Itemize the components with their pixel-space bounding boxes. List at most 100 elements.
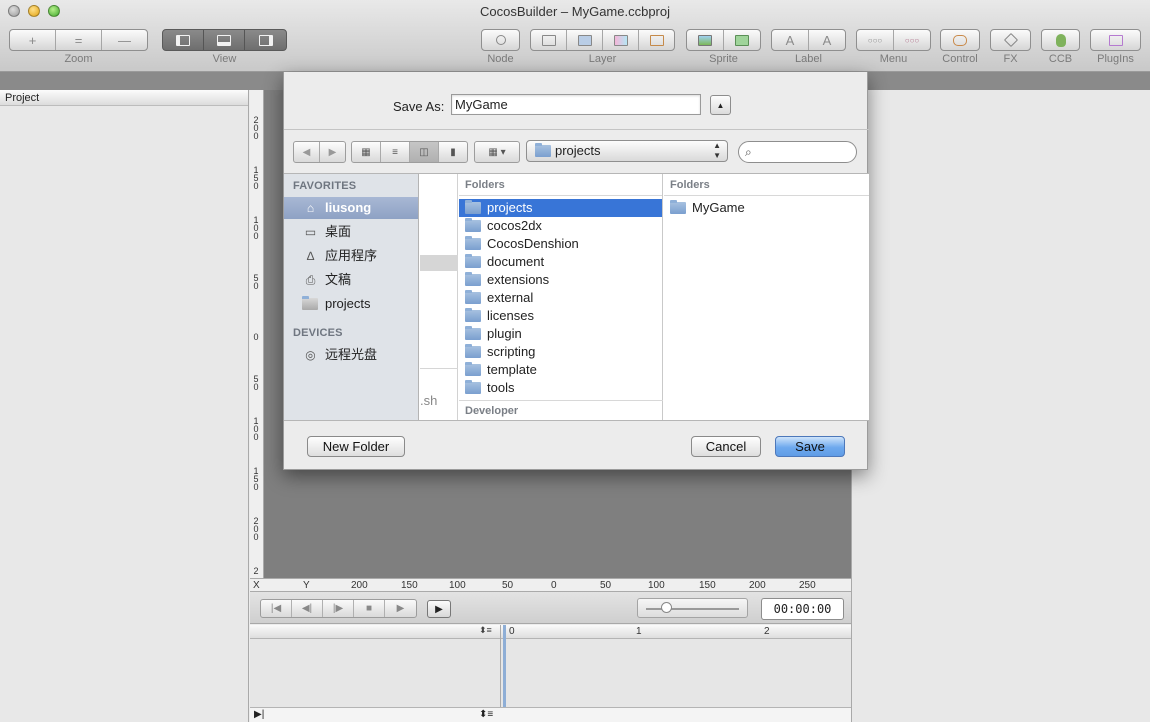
timeline-scale-slider[interactable] <box>637 598 748 618</box>
sidebar-item-projects[interactable]: projects <box>284 293 418 315</box>
list-item-projects[interactable]: projects <box>459 199 662 217</box>
control-button[interactable] <box>940 29 980 51</box>
list-item-label: external <box>487 290 534 305</box>
label-bmfont-icon[interactable]: A <box>809 30 845 50</box>
list-view-icon[interactable]: ≡ <box>381 142 410 162</box>
cancel-button[interactable]: Cancel <box>691 436 761 457</box>
play-icon[interactable]: ▶ <box>385 600 416 617</box>
node-button[interactable] <box>481 29 520 51</box>
list-item[interactable]: plugin <box>459 325 662 343</box>
view-left-panel-button[interactable] <box>163 30 204 50</box>
stop-icon[interactable]: ■ <box>354 600 385 617</box>
folder-icon <box>465 272 481 286</box>
layer-gradient-icon[interactable] <box>603 30 639 50</box>
collapse-dialog-button[interactable]: ▲ <box>710 95 731 115</box>
expand-icon[interactable]: ▶| <box>254 709 264 720</box>
sprite-label: Sprite <box>709 53 738 65</box>
h-ruler-label: 0 <box>551 580 557 591</box>
ccb-icon <box>1042 30 1079 50</box>
ccb-button[interactable] <box>1041 29 1080 51</box>
zoom-in-icon[interactable]: + <box>10 30 56 50</box>
column-divider <box>420 368 458 369</box>
scroll-view-icon[interactable] <box>639 30 674 50</box>
list-item-label: projects <box>487 200 533 215</box>
view-bottom-panel-button[interactable] <box>204 30 245 50</box>
column-view-icon[interactable]: ◫ <box>410 142 439 162</box>
layer-icon[interactable] <box>531 30 567 50</box>
list-item[interactable]: template <box>459 361 662 379</box>
parent-column[interactable]: .sh <box>420 174 458 420</box>
save-button[interactable]: Save <box>775 436 845 457</box>
folder-icon <box>465 308 481 322</box>
v-ruler-label: 0 <box>253 482 259 492</box>
new-folder-button[interactable]: New Folder <box>307 436 405 457</box>
h-ruler-label: 100 <box>648 580 665 591</box>
step-forward-icon[interactable]: |▶ <box>323 600 354 617</box>
zoom-reset-icon[interactable]: = <box>56 30 102 50</box>
column-group-header: Developer <box>459 400 663 420</box>
skip-to-start-icon[interactable]: |◀ <box>261 600 292 617</box>
h-ruler-label: 50 <box>502 580 514 591</box>
ccb-label: CCB <box>1048 53 1073 65</box>
sidebar-item-documents[interactable]: ⎙ 文稿 <box>284 269 418 291</box>
plugins-label: PlugIns <box>1097 53 1134 65</box>
sidebar-item-remote-disc[interactable]: ◎ 远程光盘 <box>284 344 418 366</box>
label-control: A A <box>771 29 846 51</box>
list-item-mygame[interactable]: MyGame <box>664 199 869 217</box>
v-ruler-label: 0 <box>253 532 259 542</box>
window-title: CocosBuilder – MyGame.ccbproj <box>479 4 671 19</box>
project-panel-title: Project <box>0 90 248 106</box>
sidebar-item-applications[interactable]: ∆ 应用程序 <box>284 245 418 267</box>
list-item[interactable]: external <box>459 289 662 307</box>
divider <box>284 129 869 130</box>
coverflow-view-icon[interactable]: ▮ <box>439 142 467 162</box>
layer-control <box>530 29 675 51</box>
location-popup-label: projects <box>555 143 601 158</box>
folder-icon <box>302 296 319 311</box>
zoom-out-icon[interactable]: — <box>102 30 147 50</box>
view-right-panel-button[interactable] <box>245 30 286 50</box>
search-field[interactable]: ⌕ <box>738 141 857 163</box>
timeline-ruler-label: 1 <box>636 626 642 637</box>
list-item[interactable]: extensions <box>459 271 662 289</box>
plugins-button[interactable] <box>1090 29 1141 51</box>
list-item[interactable]: cocos2dx <box>459 217 662 235</box>
menu-item-icon[interactable]: ○○○ <box>894 30 930 50</box>
node-icon <box>482 30 519 50</box>
slider-knob[interactable] <box>661 602 672 613</box>
back-icon[interactable]: ◀ <box>294 142 320 162</box>
sequence-sort-icon[interactable]: ⬍≡ <box>479 625 492 636</box>
sprite-9slice-icon[interactable] <box>724 30 760 50</box>
list-item[interactable]: scripting <box>459 343 662 361</box>
layer-color-icon[interactable] <box>567 30 603 50</box>
label-ttf-icon[interactable]: A <box>772 30 809 50</box>
horizontal-ruler: X Y 200 150 100 50 0 50 100 150 200 250 <box>250 578 851 592</box>
v-ruler-label: 0 <box>253 181 259 191</box>
list-item[interactable]: licenses <box>459 307 662 325</box>
sprite-icon[interactable] <box>687 30 724 50</box>
list-item[interactable]: tools <box>459 379 662 397</box>
sidebar-item-liusong[interactable]: ⌂ liusong <box>284 197 418 219</box>
play-sequence-button[interactable]: ▶ <box>427 600 451 618</box>
menu-icon[interactable]: ○○○ <box>857 30 894 50</box>
location-popup[interactable]: projects ▲ ▼ <box>526 140 728 162</box>
sidebar-item-desktop[interactable]: ▭ 桌面 <box>284 221 418 243</box>
icon-view-icon[interactable]: ▦ <box>352 142 381 162</box>
list-item[interactable]: CocosDenshion <box>459 235 662 253</box>
view-bottom-panel-icon <box>217 34 231 46</box>
forward-icon[interactable]: ▶ <box>320 142 345 162</box>
sidebar-item-label: projects <box>325 296 371 311</box>
folder-icon <box>465 218 481 232</box>
layer-label: Layer <box>588 53 617 65</box>
arrange-icon: ▦ ▾ <box>488 146 506 158</box>
fx-button[interactable] <box>990 29 1031 51</box>
list-item[interactable]: document <box>459 253 662 271</box>
h-ruler-label: 150 <box>401 580 418 591</box>
playback-controls: |◀ ◀| |▶ ■ ▶ <box>260 599 417 618</box>
sort-icon[interactable]: ⬍≡ <box>479 709 493 720</box>
step-back-icon[interactable]: ◀| <box>292 600 323 617</box>
documents-icon: ⎙ <box>305 273 316 287</box>
filename-field[interactable]: MyGame <box>451 94 701 115</box>
v-ruler-label: 0 <box>253 382 259 392</box>
arrange-menu[interactable]: ▦ ▾ <box>474 141 520 163</box>
